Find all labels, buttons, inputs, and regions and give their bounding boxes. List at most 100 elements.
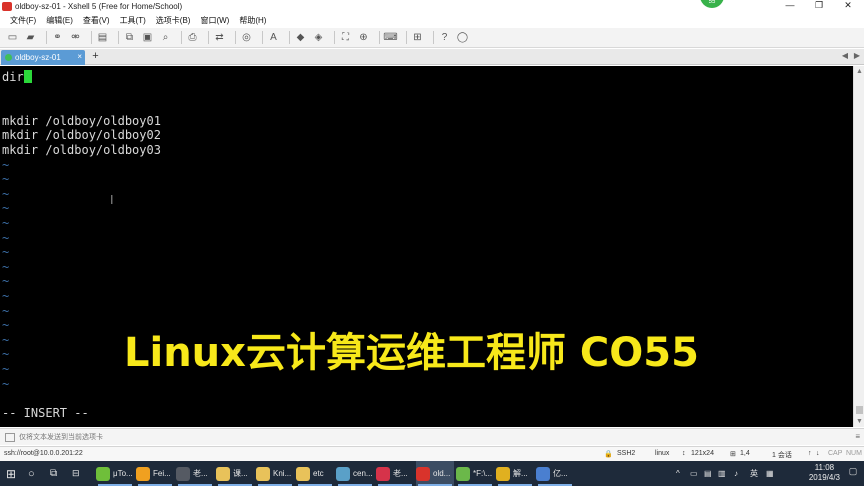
input-language-indicator[interactable]: 英: [750, 461, 758, 486]
taskbar-app-label: μTo...: [113, 469, 133, 478]
taskbar-app-feiq[interactable]: Fei...: [136, 461, 174, 486]
floating-badge: 55: [700, 0, 724, 8]
terminal-line-text: mkdir /oldboy/oldboy03: [2, 143, 161, 157]
lock-icon[interactable]: ⊕: [357, 31, 370, 44]
xshell-app-icon: [2, 1, 12, 11]
new-tab-icon[interactable]: ⊞: [411, 31, 424, 44]
menu-window[interactable]: 窗口(W): [200, 15, 229, 26]
start-menu-icon[interactable]: ⊞: [6, 461, 16, 486]
menu-tools[interactable]: 工具(T): [120, 15, 146, 26]
status-connection: ssh://root@10.0.0.201:22: [4, 450, 83, 457]
xshell-icon: [416, 466, 430, 481]
taskbar-app-chrome[interactable]: 解...: [496, 461, 534, 486]
vertical-scrollbar[interactable]: ▲ ▼: [853, 66, 864, 427]
transfer-icon[interactable]: ⇄: [213, 31, 226, 44]
empty-line-tilde: ~: [2, 172, 10, 187]
empty-line-tilde: ~: [2, 216, 10, 230]
clock-date: 2019/4/3: [808, 473, 840, 482]
toolbar-divider: [118, 31, 119, 44]
globe-icon[interactable]: ◎: [240, 31, 253, 44]
chat-icon[interactable]: ◯: [456, 31, 469, 44]
menu-help[interactable]: 帮助(H): [239, 15, 266, 26]
network-icon[interactable]: ▤: [704, 461, 712, 486]
taskbar-app-doc[interactable]: 亿...: [536, 461, 574, 486]
search-icon[interactable]: ○: [28, 461, 35, 486]
taskbar-app-label: 课...: [233, 469, 248, 478]
xshell-window: oldboy-sz-01 - Xshell 5 (Free for Home/S…: [0, 0, 864, 486]
terminal-area[interactable]: I Linux云计算运维工程师 CO55 dir mkdir /oldboy/ol…: [0, 66, 853, 427]
task-view-icon[interactable]: ⧉: [50, 461, 57, 486]
taskbar-app-vmware[interactable]: cen...: [336, 461, 374, 486]
tab-bar: oldboy-sz-01 × + ◀ ▶: [0, 49, 864, 65]
taskbar-app-utorrent[interactable]: μTo...: [96, 461, 134, 486]
taskbar-app-xshell[interactable]: old...: [416, 461, 454, 486]
empty-line-tilde: ~: [2, 332, 10, 347]
tab-close-icon[interactable]: ×: [77, 52, 82, 61]
copy-icon[interactable]: ⧉: [123, 31, 136, 44]
taskbar-app-folder[interactable]: Kni...: [256, 461, 294, 486]
empty-line-tilde: ~: [2, 362, 10, 376]
open-folder-icon[interactable]: ▰: [24, 31, 37, 44]
status-lock-icon: 🔒: [604, 451, 613, 458]
status-num: NUM: [846, 450, 862, 457]
taskbar-app-video[interactable]: 老...: [176, 461, 214, 486]
empty-line-tilde: ~: [2, 245, 10, 260]
compose-icon: [5, 432, 15, 442]
menu-edit[interactable]: 编辑(E): [46, 15, 73, 26]
taskbar-app-xmind[interactable]: 老...: [376, 461, 414, 486]
help-icon[interactable]: ?: [438, 31, 451, 44]
menu-view[interactable]: 查看(V): [83, 15, 110, 26]
battery-icon[interactable]: ▥: [718, 461, 726, 486]
paste-icon[interactable]: ▣: [141, 31, 154, 44]
menu-tabs[interactable]: 选项卡(B): [156, 15, 191, 26]
link-icon[interactable]: ⚭: [51, 31, 64, 44]
tab-oldboy-sz-01[interactable]: oldboy-sz-01 ×: [1, 50, 85, 65]
new-session-icon[interactable]: ▭: [6, 31, 19, 44]
taskbar-clock[interactable]: 11:08 2019/4/3: [809, 463, 840, 483]
close-button[interactable]: ✕: [834, 0, 862, 12]
tab-next-icon[interactable]: ▶: [852, 51, 862, 63]
toolbar-divider: [235, 31, 236, 44]
scroll-thumb[interactable]: [856, 406, 863, 414]
taskbar-app-folder[interactable]: etc: [296, 461, 334, 486]
empty-line-tilde: ~: [2, 376, 10, 391]
taskbar-app-folder[interactable]: 课...: [216, 461, 254, 486]
compose-input[interactable]: 仅将文本发送到当前选项卡: [19, 432, 103, 442]
font-icon[interactable]: A: [267, 31, 280, 44]
print-icon[interactable]: ⎙: [186, 31, 199, 44]
disconnect-icon[interactable]: ⚮: [69, 31, 82, 44]
taskbar-app-label: 老...: [193, 469, 208, 478]
vim-mode-indicator: -- INSERT --: [2, 406, 89, 420]
volume-icon[interactable]: ♪: [734, 461, 738, 486]
keyboard-icon[interactable]: ⌨: [383, 31, 397, 44]
ime-icon[interactable]: ▦: [766, 461, 774, 486]
script-icon[interactable]: ◈: [312, 31, 325, 44]
add-tab-button[interactable]: +: [89, 50, 102, 64]
toolbar-divider: [433, 31, 434, 44]
status-term: linux: [655, 450, 670, 457]
terminal-line: dir: [2, 70, 32, 85]
toolbar-divider: [262, 31, 263, 44]
pinned-app-icon[interactable]: ⊟: [72, 461, 80, 486]
menu-file[interactable]: 文件(F): [10, 15, 36, 26]
maximize-button[interactable]: ❐: [805, 0, 833, 12]
empty-line-tilde: ~: [2, 347, 10, 362]
scroll-down-icon[interactable]: ▼: [854, 416, 864, 427]
properties-icon[interactable]: ▤: [96, 31, 109, 44]
toolbar-divider: [181, 31, 182, 44]
tray-app-icon[interactable]: ▭: [690, 461, 698, 486]
scroll-up-icon[interactable]: ▲: [854, 66, 864, 77]
taskbar-app-notepad[interactable]: *F:\...: [456, 461, 494, 486]
empty-line-tilde: ~: [2, 259, 10, 274]
xftp-icon[interactable]: ◆: [294, 31, 307, 44]
find-icon[interactable]: ⌕: [159, 31, 172, 44]
tray-overflow-icon[interactable]: ^: [676, 461, 680, 486]
tab-label: oldboy-sz-01: [15, 53, 61, 62]
windows-taskbar: ⊞ ○ ⧉ ⊟ μTo... Fei... 老... 课... Kni... etc cen…: [0, 461, 864, 486]
compose-menu-icon[interactable]: ≡: [855, 432, 860, 441]
fullscreen-icon[interactable]: ⛶: [339, 31, 352, 44]
minimize-button[interactable]: —: [776, 0, 804, 12]
compose-bar[interactable]: 仅将文本发送到当前选项卡 ≡: [0, 428, 864, 445]
tab-prev-icon[interactable]: ◀: [840, 51, 850, 63]
notification-center-icon[interactable]: ▢: [846, 466, 860, 480]
